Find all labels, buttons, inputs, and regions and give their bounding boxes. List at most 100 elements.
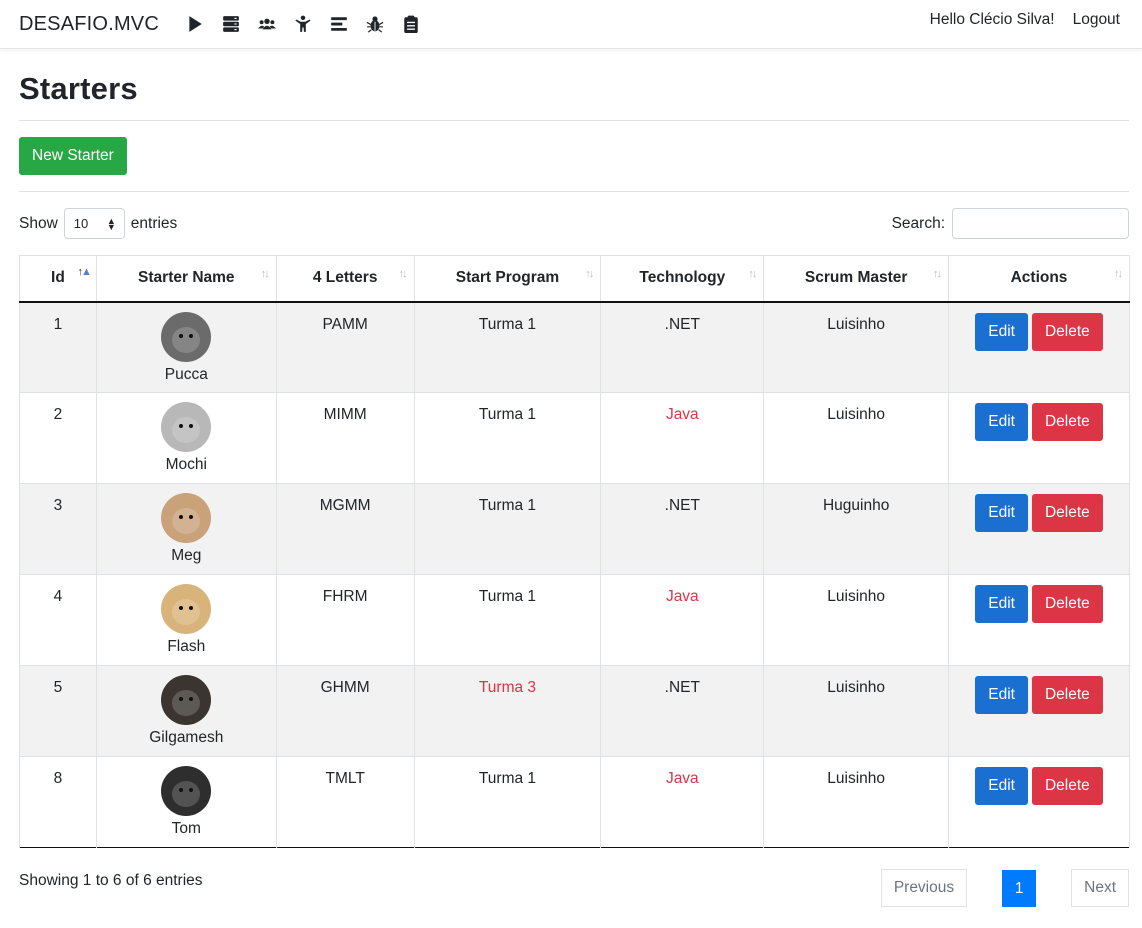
row-actions: Edit Delete — [950, 312, 1128, 351]
divider — [19, 120, 1129, 121]
column-header[interactable]: Scrum Master ↑↓ — [763, 255, 950, 303]
id-value: 8 — [53, 770, 63, 787]
program-value: Turma 1 — [478, 406, 537, 423]
starters-table: Id ↑▲ Starter Name ↑↓ 4 Letters ↑↓ Start Progr… — [19, 255, 1130, 848]
page-length-select[interactable]: 10 ▲ ▼ — [63, 208, 125, 239]
sort-icon: ↑↓ — [398, 268, 408, 280]
logout-button[interactable]: Logout — [1073, 11, 1120, 29]
program-value: Turma 3 — [478, 679, 537, 696]
sort-icon: ↑↓ — [260, 268, 270, 280]
table-controls: Show 10 ▲ ▼ entries Search: — [19, 192, 1129, 255]
sort-icon: ↑↓ — [585, 268, 594, 280]
row-actions: Edit Delete — [950, 403, 1128, 441]
table-row: 2 Mochi MIMM Turma 1 Java Luisinho Edit Delete — [19, 392, 1130, 484]
scrum-master-cell: Luisinho — [763, 392, 950, 484]
column-header[interactable]: Id ↑▲ — [19, 255, 97, 303]
table-footer: Showing 1 to 6 of 6 entries Previous 1 N… — [19, 848, 1129, 928]
edit-button[interactable]: Edit — [975, 494, 1028, 532]
server-icon[interactable] — [213, 4, 249, 44]
id-value: 2 — [53, 406, 63, 423]
users-icon[interactable] — [249, 4, 285, 44]
column-header-label: Scrum Master — [804, 269, 908, 287]
table-header-row: Id ↑▲ Starter Name ↑↓ 4 Letters ↑↓ Start Progr… — [19, 255, 1130, 303]
id-value: 1 — [53, 315, 63, 333]
scrum-master-value: Luisinho — [827, 315, 886, 333]
edit-button[interactable]: Edit — [975, 585, 1028, 623]
brand-link[interactable]: DESAFIO.MVC — [19, 13, 159, 36]
program-cell: Turma 1 — [413, 301, 602, 393]
play-icon[interactable] — [177, 4, 213, 44]
technology-value: Java — [665, 406, 699, 423]
avatar — [161, 311, 212, 362]
new-starter-button[interactable]: New Starter — [19, 137, 127, 175]
scrum-master-cell: Luisinho — [763, 301, 950, 393]
column-header[interactable]: Technology ↑↓ — [600, 255, 765, 303]
search-control: Search: — [892, 208, 1129, 239]
previous-button[interactable]: Previous — [880, 869, 968, 907]
letters-cell: TMLT — [275, 756, 415, 848]
greeting-link[interactable]: Hello Clécio Silva! — [930, 11, 1055, 29]
page-length-value: 10 — [73, 216, 89, 231]
next-button[interactable]: Next — [1071, 869, 1129, 907]
letters-value: FHRM — [322, 588, 368, 605]
avatar — [161, 493, 212, 543]
letters-value: PAMM — [322, 315, 368, 333]
delete-button[interactable]: Delete — [1031, 676, 1103, 714]
delete-button[interactable]: Delete — [1031, 585, 1103, 623]
table-info: Showing 1 to 6 of 6 entries — [19, 872, 203, 889]
column-header[interactable]: Starter Name ↑↓ — [95, 255, 277, 303]
edit-button[interactable]: Edit — [975, 312, 1028, 351]
sort-icon: ↑▲ — [77, 266, 92, 278]
program-cell: Turma 1 — [413, 392, 602, 484]
edit-button[interactable]: Edit — [975, 676, 1028, 714]
main-content: Starters New Starter Show 10 ▲ ▼ entries … — [0, 49, 1142, 928]
column-header[interactable]: Actions ↑↓ — [948, 255, 1130, 303]
id-value: 3 — [53, 497, 63, 514]
nav-icon-bar — [177, 4, 429, 44]
id-value: 4 — [53, 588, 63, 605]
id-cell: 2 — [19, 392, 97, 484]
name-cell: Mochi — [95, 392, 277, 484]
program-cell: Turma 3 — [413, 665, 602, 757]
delete-button[interactable]: Delete — [1031, 494, 1103, 532]
program-value: Turma 1 — [478, 588, 537, 605]
delete-button[interactable]: Delete — [1031, 767, 1103, 805]
letters-cell: GHMM — [275, 665, 415, 757]
child-icon[interactable] — [285, 4, 321, 44]
clipboard-icon[interactable] — [393, 4, 429, 44]
technology-cell: .NET — [600, 483, 765, 575]
scrum-master-cell: Huguinho — [763, 483, 950, 575]
column-header-label: Technology — [639, 269, 726, 287]
search-label: Search: — [891, 214, 945, 232]
column-header-label: Id — [51, 269, 65, 287]
edit-button[interactable]: Edit — [975, 767, 1028, 805]
program-cell: Turma 1 — [413, 756, 602, 848]
edit-button[interactable]: Edit — [975, 403, 1028, 441]
search-input[interactable] — [952, 208, 1129, 239]
delete-button[interactable]: Delete — [1031, 403, 1103, 441]
id-cell: 5 — [19, 665, 97, 757]
delete-button[interactable]: Delete — [1031, 312, 1103, 351]
id-cell: 8 — [19, 756, 97, 848]
list-icon[interactable] — [321, 4, 357, 44]
column-header[interactable]: Start Program ↑↓ — [413, 255, 602, 303]
table-row: 1 Pucca PAMM Turma 1 .NET Luisinho Edit Delete — [19, 301, 1130, 393]
avatar — [161, 675, 212, 725]
page-title: Starters — [19, 71, 138, 106]
scrum-master-value: Luisinho — [827, 406, 886, 423]
name-cell: Gilgamesh — [95, 665, 277, 757]
starter-name: Pucca — [164, 365, 208, 383]
starter-name: Meg — [171, 547, 202, 564]
id-value: 5 — [53, 679, 63, 696]
page-button-current[interactable]: 1 — [1002, 869, 1037, 907]
letters-cell: FHRM — [275, 574, 415, 666]
table-row: 4 Flash FHRM Turma 1 Java Luisinho Edit Delete — [19, 574, 1130, 666]
program-value: Turma 1 — [478, 770, 537, 787]
name-cell: Flash — [95, 574, 277, 666]
pagination: Previous 1 Next — [880, 869, 1129, 907]
program-value: Turma 1 — [478, 315, 537, 333]
bug-icon[interactable] — [357, 4, 393, 44]
scrum-master-value: Huguinho — [822, 497, 890, 514]
starter-name: Tom — [171, 820, 201, 837]
column-header[interactable]: 4 Letters ↑↓ — [275, 255, 415, 303]
